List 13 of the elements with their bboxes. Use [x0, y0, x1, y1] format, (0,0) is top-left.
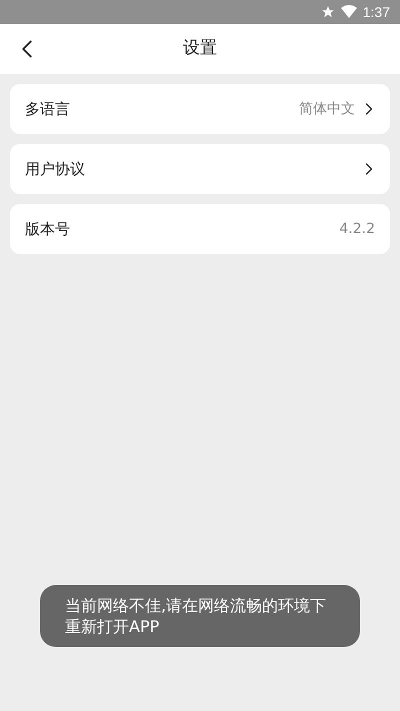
star-icon	[320, 5, 335, 19]
status-time: 1:37	[362, 2, 390, 22]
row-label: 版本号	[25, 218, 70, 240]
settings-row[interactable]: 用户协议	[10, 144, 390, 194]
wifi-icon	[340, 5, 357, 19]
page-title: 设置	[183, 37, 217, 60]
row-label: 用户协议	[25, 158, 85, 180]
row-label: 多语言	[25, 98, 70, 120]
settings-row[interactable]: 多语言 简体中文	[10, 84, 390, 134]
row-value: 4.2.2	[339, 220, 375, 238]
toast-message: 当前网络不佳,请在网络流畅的环境下重新打开APP	[40, 585, 360, 647]
row-value: 简体中文	[299, 100, 355, 118]
settings-row[interactable]: 版本号 4.2.2	[10, 204, 390, 254]
